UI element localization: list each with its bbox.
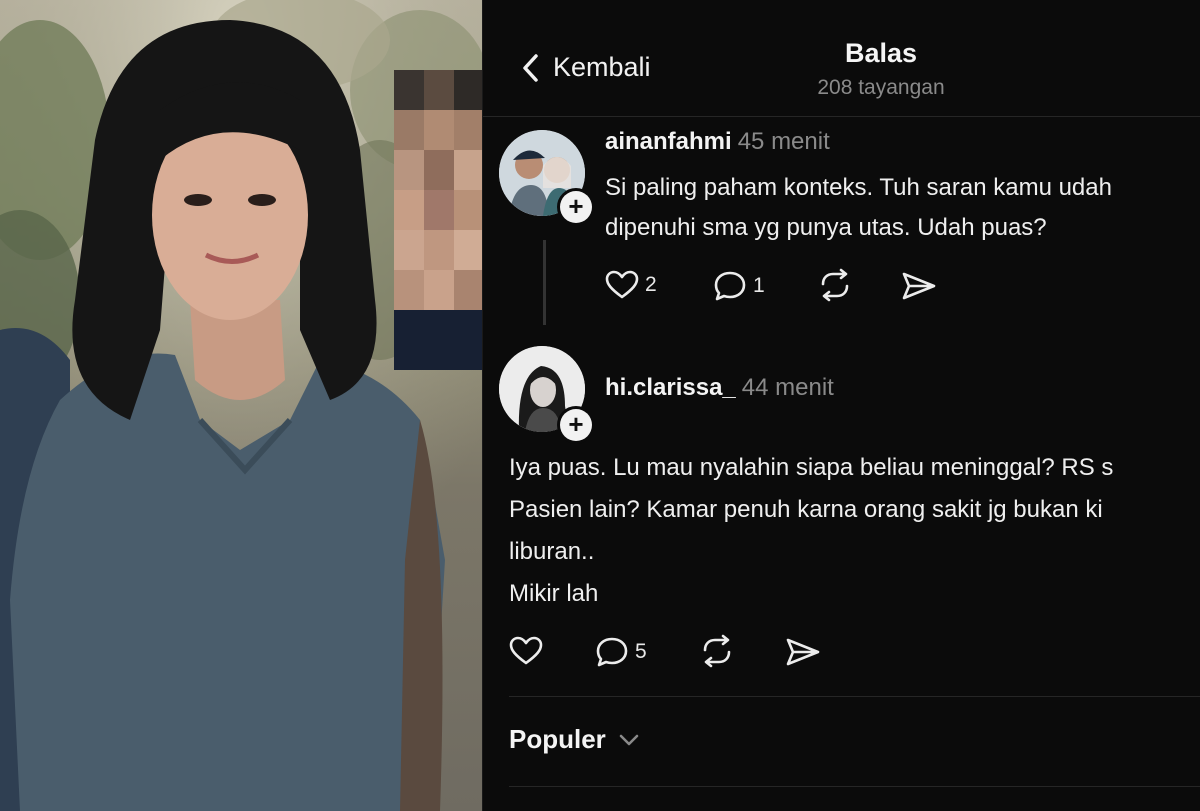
reply-text-line: Pasien lain? Kamar penuh karna orang sak…	[509, 496, 1103, 523]
divider	[509, 696, 1200, 697]
profile-photo	[0, 0, 482, 811]
follow-button[interactable]: +	[557, 188, 595, 226]
send-icon	[786, 638, 820, 666]
username[interactable]: ainanfahmi	[605, 128, 732, 155]
timestamp: 44 menit	[741, 374, 834, 401]
speech-bubble-icon	[596, 637, 628, 667]
comment-count: 1	[753, 274, 765, 297]
pixelated-face	[394, 70, 482, 370]
repost-button[interactable]	[817, 268, 853, 302]
plus-icon: +	[560, 191, 592, 223]
heart-icon	[509, 636, 543, 665]
top-bar: Kembali Balas 208 tayangan	[483, 0, 1200, 117]
divider	[509, 786, 1200, 787]
like-button[interactable]	[509, 636, 549, 666]
share-button[interactable]	[901, 270, 937, 302]
repost-icon	[821, 268, 849, 302]
threads-reply-screen: Kembali Balas 208 tayangan + ainanfahmi 4…	[482, 0, 1200, 811]
page-title: Balas	[844, 38, 918, 68]
reply-text-line: liburan..	[509, 538, 595, 565]
plus-icon: +	[560, 409, 592, 441]
reply-text-line: Iya puas. Lu mau nyalahin siapa beliau m…	[509, 454, 1114, 481]
follow-button[interactable]: +	[557, 406, 595, 444]
timestamp: 45 menit	[737, 128, 830, 155]
share-button[interactable]	[785, 636, 821, 668]
comment-count: 5	[635, 640, 647, 663]
repost-button[interactable]	[699, 634, 735, 668]
reply-text-line: Si paling paham konteks. Tuh saran kamu …	[605, 174, 1112, 201]
send-icon	[902, 272, 936, 300]
sort-label: Populer	[509, 724, 606, 754]
like-button[interactable]: 2	[605, 270, 657, 300]
reply-text-line: dipenuhi sma yg punya utas. Udah puas?	[605, 214, 1047, 241]
view-count: 208 tayangan	[817, 76, 945, 99]
reply-author[interactable]: hi.clarissa_ 44 menit	[605, 374, 834, 402]
heart-icon	[605, 270, 639, 299]
like-count: 2	[645, 273, 657, 296]
chevron-down-icon	[619, 734, 639, 745]
sort-dropdown[interactable]: Populer	[509, 724, 640, 755]
repost-icon	[703, 634, 731, 668]
reply-author[interactable]: ainanfahmi 45 menit	[605, 128, 830, 156]
speech-bubble-icon	[714, 271, 746, 301]
thread-connector	[543, 240, 546, 325]
reply-text-line: Mikir lah	[509, 580, 599, 607]
comment-button[interactable]: 1	[713, 270, 765, 302]
username[interactable]: hi.clarissa_	[605, 374, 736, 401]
comment-button[interactable]: 5	[595, 636, 647, 668]
